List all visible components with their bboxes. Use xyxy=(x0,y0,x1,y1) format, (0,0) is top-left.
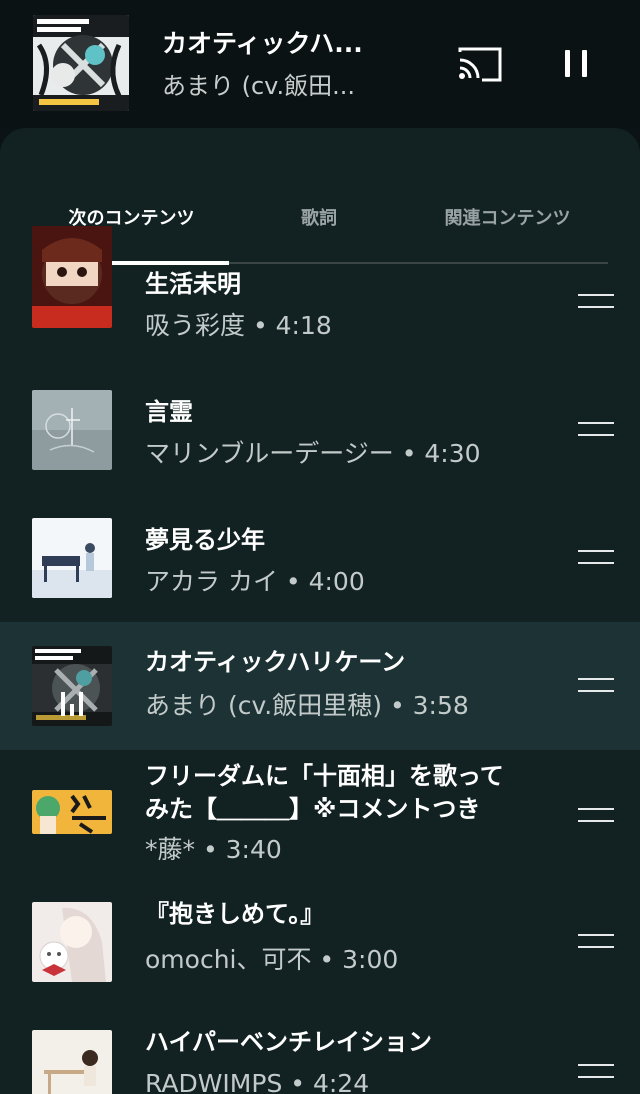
queue-item-thumbnail xyxy=(32,790,112,834)
queue-item-title: カオティックハリケーン xyxy=(145,648,406,676)
cast-icon xyxy=(458,47,502,82)
mini-player-album-art[interactable] xyxy=(33,15,129,111)
queue-item-title: 夢見る少年 xyxy=(145,526,265,554)
queue-item-title: フリーダムに「十面相」を歌ってみた【＿＿＿】※コメントつき xyxy=(145,762,504,823)
queue-item-thumbnail xyxy=(32,226,112,328)
drag-handle-icon[interactable] xyxy=(578,1064,614,1078)
pause-button[interactable] xyxy=(556,44,596,84)
album-art-image xyxy=(33,15,129,111)
queue-item[interactable]: 生活未明 吸う彩度 • 4:18 xyxy=(0,226,640,370)
queue-item-title: 生活未明 xyxy=(145,270,241,298)
drag-handle-icon[interactable] xyxy=(578,294,614,308)
queue-item-now-playing[interactable]: カオティックハリケーン あまり (cv.飯田里穂) • 3:58 xyxy=(0,622,640,750)
drag-handle-icon[interactable] xyxy=(578,808,614,822)
drag-handle-icon[interactable] xyxy=(578,550,614,564)
queue-sheet: 次のコンテンツ 歌詞 関連コンテンツ 生活未明 吸う彩度 • 4:18 言霊 マ… xyxy=(0,128,640,1094)
tab-lyrics[interactable]: 歌詞 xyxy=(224,204,414,234)
tab-related[interactable]: 関連コンテンツ xyxy=(410,204,605,234)
queue-item[interactable]: ハイパーベンチレイション RADWIMPS • 4:24 xyxy=(0,1010,640,1094)
queue-item-subtitle: マリンブルーデージー • 4:30 xyxy=(145,439,481,468)
drag-handle-icon[interactable] xyxy=(578,422,614,436)
queue-item-subtitle: アカラ カイ • 4:00 xyxy=(145,567,365,596)
queue-item-subtitle: 吸う彩度 • 4:18 xyxy=(145,311,332,340)
mini-player-title[interactable]: カオティックハ... xyxy=(162,24,432,60)
mini-player-artist[interactable]: あまり (cv.飯田... xyxy=(162,66,432,101)
queue-item-title: 言霊 xyxy=(145,398,193,426)
queue-item[interactable]: 『抱きしめて。』 omochi、可不 • 3:00 xyxy=(0,882,640,1010)
now-playing-equalizer-icon xyxy=(32,646,112,726)
pause-icon-bar xyxy=(582,50,587,77)
queue-item-subtitle: omochi、可不 • 3:00 xyxy=(145,945,399,974)
queue-item-thumbnail xyxy=(32,390,112,470)
queue-item-subtitle: *藤* • 3:40 xyxy=(145,835,282,864)
drag-handle-icon[interactable] xyxy=(578,678,614,692)
queue-item-subtitle: あまり (cv.飯田里穂) • 3:58 xyxy=(145,691,469,720)
queue-item-thumbnail xyxy=(32,902,112,982)
queue-item[interactable]: フリーダムに「十面相」を歌ってみた【＿＿＿】※コメントつき *藤* • 3:40 xyxy=(0,754,640,882)
queue-item[interactable]: 夢見る少年 アカラ カイ • 4:00 xyxy=(0,498,640,626)
queue-item-title: ハイパーベンチレイション xyxy=(145,1028,433,1056)
queue-item-thumbnail xyxy=(32,1030,112,1094)
queue-item[interactable]: 言霊 マリンブルーデージー • 4:30 xyxy=(0,370,640,498)
queue-item-title: 『抱きしめて。』 xyxy=(145,900,325,928)
cast-button[interactable] xyxy=(456,44,504,84)
pause-icon xyxy=(565,50,570,77)
mini-player[interactable]: カオティックハ... あまり (cv.飯田... xyxy=(0,0,640,128)
queue-item-subtitle: RADWIMPS • 4:24 xyxy=(145,1069,370,1094)
drag-handle-icon[interactable] xyxy=(578,934,614,948)
queue-item-thumbnail xyxy=(32,518,112,598)
